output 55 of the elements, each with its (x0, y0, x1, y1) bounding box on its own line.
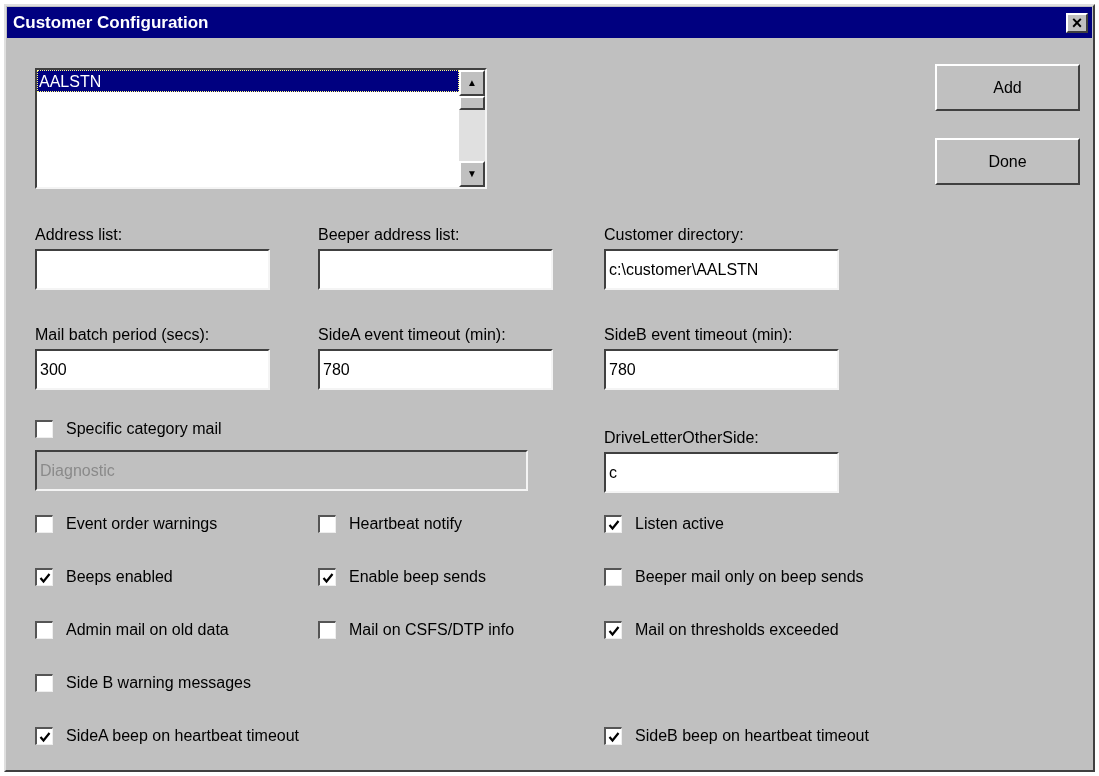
checkbox[interactable] (35, 674, 53, 692)
text-field[interactable] (35, 249, 270, 290)
text-field[interactable]: 780 (318, 349, 553, 390)
scroll-thumb[interactable] (459, 96, 485, 110)
check-icon (38, 571, 51, 584)
checkbox[interactable] (35, 727, 53, 745)
checkbox-label: Mail on thresholds exceeded (635, 620, 839, 640)
checkbox-label: Heartbeat notify (349, 514, 462, 534)
checkbox[interactable] (318, 621, 336, 639)
checkbox-label: SideA beep on heartbeat timeout (66, 726, 300, 746)
checkbox-label: Event order warnings (66, 514, 218, 534)
field-label: Beeper address list: (318, 225, 461, 245)
field-label: SideA event timeout (min): (318, 325, 507, 345)
text-field[interactable]: 780 (604, 349, 839, 390)
window-title: Customer Configuration (13, 11, 209, 34)
check-icon (38, 730, 51, 743)
check-icon (321, 571, 334, 584)
check-icon (607, 518, 620, 531)
checkbox-label: Side B warning messages (66, 673, 251, 693)
checkbox[interactable] (604, 515, 622, 533)
field-label: SideB event timeout (min): (604, 325, 794, 345)
text-field[interactable]: c (604, 452, 839, 493)
checkbox-label: Admin mail on old data (66, 620, 229, 640)
list-item[interactable]: AALSTN (37, 70, 459, 92)
dialog-button[interactable]: Add (935, 64, 1080, 111)
check-icon (607, 730, 620, 743)
checkbox[interactable] (318, 515, 336, 533)
checkbox[interactable] (35, 568, 53, 586)
customer-listbox[interactable]: AALSTN ▲ ▼ (35, 68, 487, 189)
text-field[interactable]: 300 (35, 349, 270, 390)
scroll-up-button[interactable]: ▲ (459, 70, 485, 96)
checkbox-label: SideB beep on heartbeat timeout (635, 726, 869, 746)
scroll-down-button[interactable]: ▼ (459, 161, 485, 187)
field-label: Customer directory: (604, 225, 745, 245)
checkbox-label: Listen active (635, 514, 724, 534)
checkbox-label: Enable beep sends (349, 567, 486, 587)
checkbox[interactable] (604, 621, 622, 639)
checkbox[interactable] (318, 568, 336, 586)
field-label: Address list: (35, 225, 124, 245)
close-button[interactable]: × (1066, 12, 1088, 33)
checkbox-label: Specific category mail (66, 419, 222, 439)
checkbox[interactable] (604, 568, 622, 586)
checkbox-label: Beeper mail only on beep sends (635, 567, 864, 587)
checkbox-label: Beeps enabled (66, 567, 173, 587)
text-field[interactable]: c:\customer\AALSTN (604, 249, 839, 290)
scrollbar[interactable]: ▲ ▼ (459, 70, 485, 187)
checkbox[interactable] (35, 621, 53, 639)
checkbox[interactable] (35, 515, 53, 533)
dialog-button[interactable]: Done (935, 138, 1080, 185)
checkbox[interactable] (604, 727, 622, 745)
field-label: Mail batch period (secs): (35, 325, 211, 345)
check-icon (607, 624, 620, 637)
checkbox-label: Mail on CSFS/DTP info (349, 620, 515, 640)
field-label: DriveLetterOtherSide: (604, 428, 760, 448)
text-field[interactable] (318, 249, 553, 290)
